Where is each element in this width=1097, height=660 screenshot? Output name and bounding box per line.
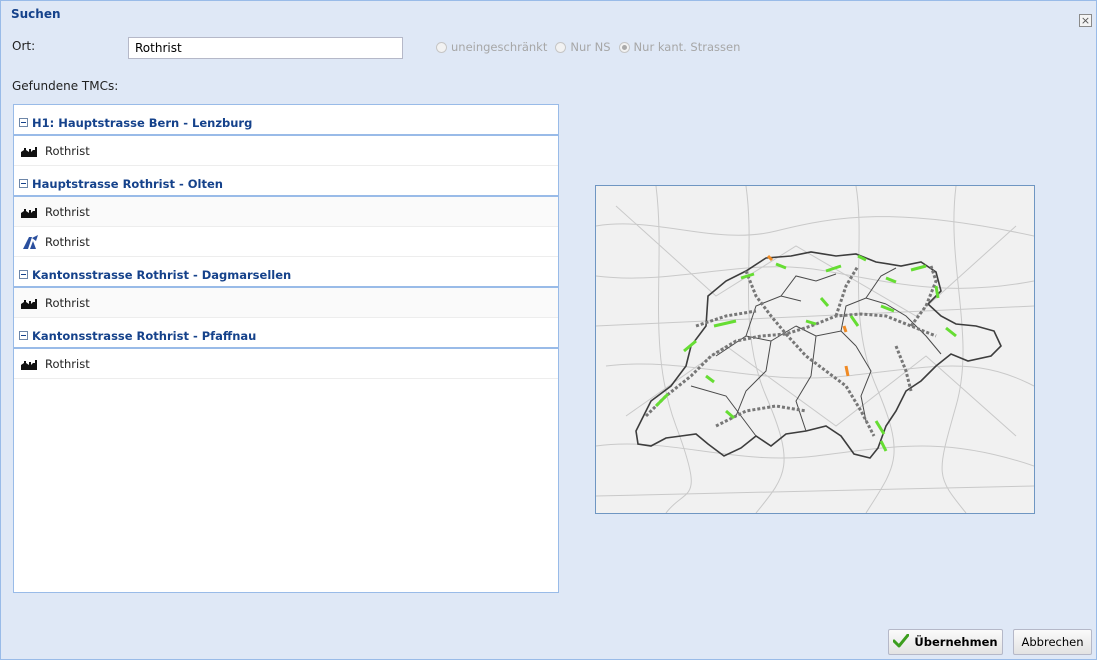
- group-title: Kantonsstrasse Rothrist - Pfaffnau: [32, 329, 257, 343]
- group-header[interactable]: Kantonsstrasse Rothrist - Dagmarsellen: [14, 257, 558, 288]
- tmc-results-list: H1: Hauptstrasse Bern - Lenzburg Rothris…: [13, 104, 559, 593]
- list-item-label: Rothrist: [45, 356, 90, 371]
- switzerland-map[interactable]: [595, 185, 1035, 514]
- close-icon[interactable]: ×: [1079, 14, 1092, 27]
- list-item-label: Rothrist: [45, 143, 90, 158]
- results-label: Gefundene TMCs:: [12, 79, 119, 93]
- apply-button-label: Übernehmen: [914, 635, 998, 649]
- list-item[interactable]: Rothrist: [14, 349, 558, 379]
- town-icon: [21, 145, 39, 157]
- collapse-icon[interactable]: [19, 331, 28, 340]
- cancel-button-label: Abbrechen: [1021, 635, 1084, 649]
- town-icon: [21, 358, 39, 370]
- town-icon: [21, 206, 39, 218]
- town-icon: [21, 297, 39, 309]
- list-item-label: Rothrist: [45, 204, 90, 219]
- collapse-icon[interactable]: [19, 118, 28, 127]
- radio-checked-icon: [618, 41, 630, 53]
- list-item[interactable]: Rothrist: [14, 288, 558, 318]
- apply-button[interactable]: Übernehmen: [888, 629, 1003, 655]
- radio-nur-ns[interactable]: Nur NS: [555, 40, 611, 54]
- list-item[interactable]: Rothrist: [14, 197, 558, 227]
- ort-label: Ort:: [12, 39, 36, 53]
- group-header[interactable]: Kantonsstrasse Rothrist - Pfaffnau: [14, 318, 558, 349]
- radio-label: uneingeschränkt: [451, 40, 548, 54]
- ort-input[interactable]: [128, 37, 403, 59]
- radio-circle-icon: [555, 41, 567, 53]
- radio-nur-kant-strassen[interactable]: Nur kant. Strassen: [618, 40, 741, 54]
- radio-label: Nur NS: [570, 40, 611, 54]
- list-item[interactable]: Rothrist: [14, 136, 558, 166]
- cancel-button[interactable]: Abbrechen: [1013, 629, 1092, 655]
- group-title: Kantonsstrasse Rothrist - Dagmarsellen: [32, 268, 292, 282]
- radio-circle-icon: [436, 41, 447, 53]
- collapse-icon[interactable]: [19, 270, 28, 279]
- list-item-label: Rothrist: [45, 295, 90, 310]
- group-title: H1: Hauptstrasse Bern - Lenzburg: [32, 116, 253, 130]
- checkmark-icon: [892, 633, 910, 651]
- radio-label: Nur kant. Strassen: [633, 40, 741, 54]
- junction-icon: [21, 234, 39, 249]
- group-header[interactable]: H1: Hauptstrasse Bern - Lenzburg: [14, 105, 558, 136]
- group-header[interactable]: Hauptstrasse Rothrist - Olten: [14, 166, 558, 197]
- list-item[interactable]: Rothrist: [14, 227, 558, 257]
- list-item-label: Rothrist: [45, 234, 90, 249]
- dialog-title: Suchen: [11, 7, 61, 21]
- collapse-icon[interactable]: [19, 179, 28, 188]
- search-dialog: Suchen × Ort: uneingeschränkt Nur NS Nur…: [0, 0, 1097, 660]
- road-filter-radio-group: uneingeschränkt Nur NS Nur kant. Strasse…: [436, 40, 740, 54]
- group-title: Hauptstrasse Rothrist - Olten: [32, 177, 223, 191]
- radio-uneingeschraenkt[interactable]: uneingeschränkt: [436, 40, 547, 54]
